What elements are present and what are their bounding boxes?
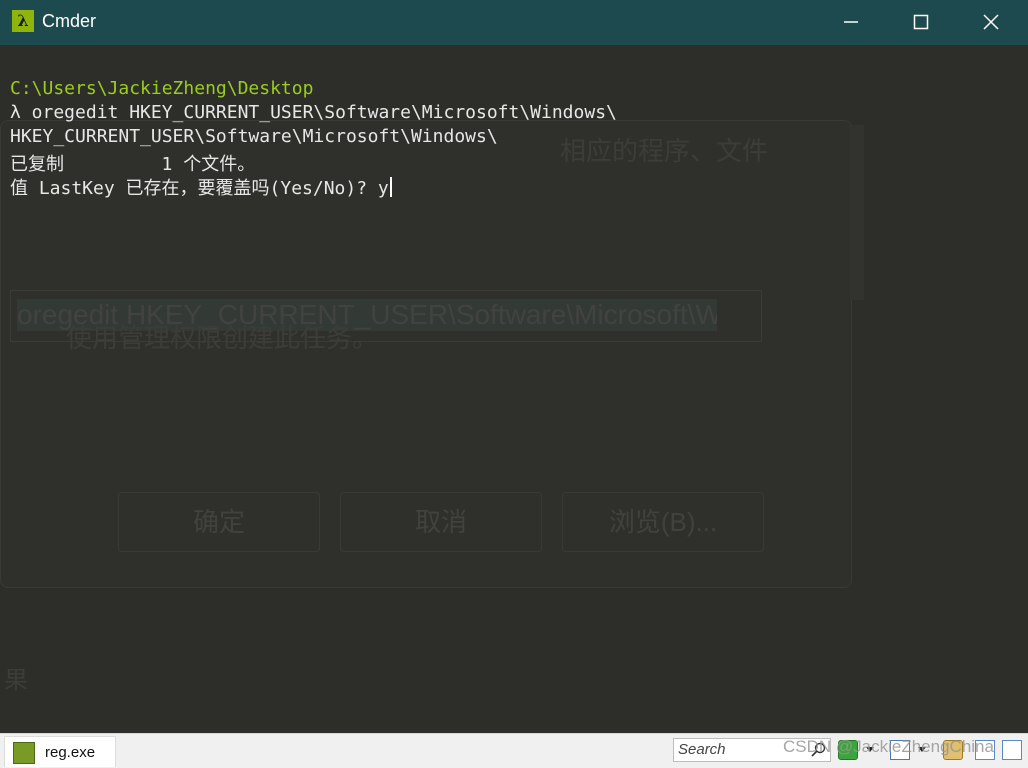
ghost-cancel-button: 取消 xyxy=(340,492,542,552)
minimize-button[interactable] xyxy=(816,0,886,45)
tab-reg-exe[interactable]: reg.exe xyxy=(4,736,116,767)
command-line: λ oregedit HKEY_CURRENT_USER\Software\Mi… xyxy=(10,102,617,123)
search-input[interactable]: Search xyxy=(673,738,831,762)
ghost-browse-button: 浏览(B)... xyxy=(562,492,764,552)
ghost-admin-text: 使用管理权限创建此任务。 xyxy=(66,323,379,353)
menu-icon[interactable] xyxy=(1002,740,1022,760)
minimize-icon xyxy=(844,21,858,23)
ghost-result-fragment: 果 xyxy=(4,667,28,694)
status-bar: reg.exe Search CSDN @JackieZhengChina xyxy=(0,733,1028,768)
chevron-down-icon[interactable] xyxy=(918,747,926,752)
search-icon[interactable] xyxy=(810,742,826,758)
prompt-path: C:\Users\JackieZheng\Desktop xyxy=(10,78,314,99)
ghost-command-text: oregedit HKEY_CURRENT_USER\Software\Micr… xyxy=(17,299,717,331)
window-layout-icon[interactable] xyxy=(975,740,995,760)
chevron-down-icon[interactable] xyxy=(866,747,874,752)
terminal-console[interactable]: 相应的程序、文件 oregedit HKEY_CURRENT_USER\Soft… xyxy=(0,45,1028,733)
ghost-command-combobox: oregedit HKEY_CURRENT_USER\Software\Micr… xyxy=(10,290,762,342)
input-line[interactable]: 值 LastKey 已存在，要覆盖吗(Yes/No)? y xyxy=(10,174,392,200)
console-tab-icon xyxy=(13,742,35,764)
title-bar[interactable]: λ Cmder xyxy=(0,0,1028,45)
lambda-app-icon: λ xyxy=(12,10,34,32)
ghost-description: 相应的程序、文件 xyxy=(560,136,769,166)
window-title: Cmder xyxy=(42,11,97,31)
close-button[interactable] xyxy=(956,0,1026,45)
maximize-icon xyxy=(913,14,929,30)
output-line: 已复制 1 个文件。 xyxy=(10,154,256,175)
tab-label: reg.exe xyxy=(45,744,96,761)
text-cursor xyxy=(389,177,392,197)
lock-icon[interactable] xyxy=(943,740,963,760)
output-line: HKEY_CURRENT_USER\Software\Microsoft\Win… xyxy=(10,126,498,147)
close-icon xyxy=(983,14,999,30)
input-line-text: 值 LastKey 已存在，要覆盖吗(Yes/No)? y xyxy=(10,178,389,199)
ghost-ok-button: 确定 xyxy=(118,492,320,552)
new-console-icon[interactable] xyxy=(838,740,858,760)
maximize-button[interactable] xyxy=(886,0,956,45)
ghost-scrollbar xyxy=(850,125,864,300)
split-view-icon[interactable] xyxy=(890,740,910,760)
